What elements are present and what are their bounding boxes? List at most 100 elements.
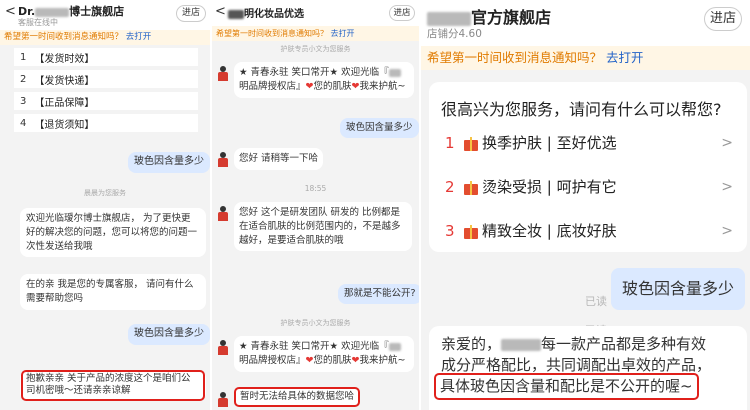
- menu-number: 2: [20, 73, 27, 85]
- notice-text: 希望第一时间收到消息通知吗？: [4, 32, 124, 42]
- answer-line: 成分严格配比，共同调配出卓效的产品，: [441, 356, 712, 374]
- my-message: 玻色因含量多少: [340, 118, 419, 138]
- notice-open-link[interactable]: 去打开: [331, 29, 355, 38]
- answer-line: 亲爱的， 每一款产品都是多种有效: [441, 334, 741, 355]
- welcome-text: 明品牌授权店』: [239, 354, 306, 366]
- store-rating: 店铺分4.60: [427, 28, 482, 40]
- system-message: 护肤专员小文为您服务: [280, 319, 351, 327]
- welcome-text: 您的肌肤: [313, 80, 352, 92]
- notification-banner[interactable]: 希望第一时间收到消息通知吗？ 去打开: [0, 30, 210, 45]
- menu-label: 【发货时效】: [34, 53, 95, 65]
- menu-label: 【退货须知】: [34, 119, 95, 131]
- notification-banner[interactable]: 希望第一时间收到消息通知吗？ 去打开: [421, 46, 750, 70]
- agent-avatar: [216, 152, 230, 168]
- chat-panel-official-store: 官方旗舰店 店铺分4.60 进店 希望第一时间收到消息通知吗？ 去打开 很高兴为…: [421, 0, 750, 410]
- answer-text: 亲爱的，: [441, 335, 502, 353]
- menu-item-returns[interactable]: 4 【退货须知】: [14, 114, 198, 132]
- my-message: 玻色因含量多少: [128, 152, 210, 173]
- agent-message: 在的亲 我是您的专属客服， 请问有什么需要帮助您吗: [20, 274, 206, 310]
- gift-icon: [463, 179, 479, 195]
- agent-message: 抱歉亲亲 关于产品的浓度这个是咱们公司机密哦～还请亲亲谅解: [20, 370, 206, 401]
- my-message: 玻色因含量多少: [611, 268, 745, 310]
- chat-panel-cosmetics-store: < 明化妆品优选 进店 希望第一时间收到消息通知吗？ 去打开 护肤专员小文为您服…: [212, 0, 419, 410]
- chevron-right-icon: >: [721, 134, 733, 151]
- option-number: 3: [445, 221, 455, 240]
- notice-text: 希望第一时间收到消息通知吗？: [216, 29, 328, 38]
- shop-title-text: 明化妆品优选: [244, 9, 304, 20]
- agent-avatar: [216, 206, 230, 222]
- answer-text: 具体玻色因含量和配比是不公开的喔~: [440, 377, 693, 395]
- back-icon[interactable]: <: [5, 4, 16, 19]
- menu-label: 【发货快递】: [34, 75, 95, 87]
- agent-message: 您好 这个是研发团队 研发的 比例都是在适合肌肤的比例范围内的，不是越多越好，是…: [234, 202, 412, 252]
- menu-number: 3: [20, 95, 27, 107]
- redacted-name: [388, 68, 401, 77]
- notice-text: 希望第一时间收到消息通知吗？: [427, 50, 603, 65]
- answer-text: 每一款产品都是多种有效: [541, 335, 707, 353]
- greeting-text: 很高兴为您服务，请问有什么可以帮您?: [441, 100, 722, 119]
- back-icon[interactable]: <: [215, 4, 226, 19]
- welcome-card: 很高兴为您服务，请问有什么可以帮您? 1 换季护肤 | 至好优选 > 2 烫染受损 |…: [429, 82, 747, 252]
- notice-open-link[interactable]: 去打开: [606, 50, 644, 65]
- highlighted-answer: 暂时无法给具体的数据您哈: [233, 387, 361, 407]
- chevron-right-icon: >: [721, 178, 733, 195]
- shop-title-suffix: 博士旗舰店: [69, 5, 125, 18]
- enter-store-button[interactable]: 进店: [389, 5, 415, 21]
- chat-header: 官方旗舰店 店铺分4.60 进店: [421, 0, 750, 46]
- option-hair-repair[interactable]: 2 烫染受损 | 呵护有它 >: [445, 176, 733, 197]
- welcome-text: 您的肌肤: [313, 354, 352, 366]
- shop-title: 明化妆品优选: [228, 5, 304, 20]
- welcome-text: ★ 青春永驻 笑口常开★ 欢迎光临『: [239, 67, 389, 78]
- menu-item-courier[interactable]: 2 【发货快递】: [14, 70, 198, 88]
- option-label: 精致全妆 | 底妆好肤: [482, 222, 617, 240]
- welcome-text: 我来护航~: [359, 354, 406, 366]
- service-status: 客服在线中: [18, 18, 58, 27]
- chat-panel-dr-store: < Dr. 博士旗舰店 客服在线中 进店 希望第一时间收到消息通知吗？ 去打开 1…: [0, 0, 210, 410]
- option-full-makeup[interactable]: 3 精致全妆 | 底妆好肤 >: [445, 220, 733, 241]
- agent-avatar: [216, 340, 230, 356]
- redacted-name: [388, 342, 401, 351]
- menu-item-authenticity[interactable]: 3 【正品保障】: [14, 92, 198, 110]
- shop-title-text: 官方旗舰店: [471, 8, 552, 27]
- system-message: 护肤专员小文为您服务: [280, 45, 351, 53]
- notification-banner[interactable]: 希望第一时间收到消息通知吗？ 去打开: [212, 26, 419, 41]
- redacted-name: [35, 7, 70, 17]
- agent-message: 您好 请稍等一下哈: [234, 148, 324, 170]
- redacted-name: [427, 11, 471, 26]
- menu-label: 【正品保障】: [34, 97, 95, 109]
- my-message: 那就是不能公开?: [338, 284, 419, 304]
- gift-icon: [463, 223, 479, 239]
- menu-item-shipping-time[interactable]: 1 【发货时效】: [14, 48, 198, 66]
- option-number: 2: [445, 177, 455, 196]
- system-message: 晨晨为您服务: [84, 189, 126, 197]
- redacted-name: [501, 338, 542, 351]
- agent-message: 欢迎光临瑷尔博士旗舰店， 为了更快更好的解决您的问题，您可以将您的问题一次性发送…: [20, 208, 206, 258]
- agent-message: ★ 青春永驻 笑口常开★ 欢迎光临『 明品牌授权店』❤您的肌肤❤我来护航~: [234, 336, 414, 372]
- agent-avatar: [216, 66, 230, 82]
- agent-message: 暂时无法给具体的数据您哈: [233, 387, 361, 407]
- option-seasonal-care[interactable]: 1 换季护肤 | 至好优选 >: [445, 132, 733, 153]
- chat-header: < Dr. 博士旗舰店 客服在线中 进店: [0, 0, 210, 30]
- welcome-text: ★ 青春永驻 笑口常开★ 欢迎光临『: [239, 341, 389, 352]
- gift-icon: [463, 135, 479, 151]
- agent-avatar: [216, 392, 230, 408]
- agent-message: ★ 青春永驻 笑口常开★ 欢迎光临『 明品牌授权店』❤您的肌肤❤我来护航~: [234, 62, 414, 98]
- timestamp: 18:55: [304, 184, 327, 193]
- notice-open-link[interactable]: 去打开: [126, 32, 152, 42]
- option-label: 烫染受损 | 呵护有它: [482, 178, 617, 196]
- my-message: 玻色因含量多少: [128, 324, 210, 345]
- chevron-right-icon: >: [721, 222, 733, 239]
- welcome-text: 我来护航~: [359, 80, 406, 92]
- redacted-name: [228, 9, 244, 19]
- highlighted-answer: 具体玻色因含量和配比是不公开的喔~: [434, 373, 699, 400]
- enter-store-button[interactable]: 进店: [176, 5, 206, 22]
- read-receipt: 已读: [585, 295, 607, 308]
- highlighted-answer: 抱歉亲亲 关于产品的浓度这个是咱们公司机密哦～还请亲亲谅解: [21, 370, 205, 401]
- shop-title: 官方旗舰店: [427, 4, 551, 28]
- menu-number: 1: [20, 51, 27, 63]
- menu-number: 4: [20, 117, 27, 129]
- agent-message: 亲爱的， 每一款产品都是多种有效 成分严格配比，共同调配出卓效的产品， 具体玻色因…: [429, 326, 747, 410]
- option-label: 换季护肤 | 至好优选: [482, 134, 617, 152]
- welcome-text: 明品牌授权店』: [239, 80, 306, 92]
- enter-store-button[interactable]: 进店: [704, 7, 742, 31]
